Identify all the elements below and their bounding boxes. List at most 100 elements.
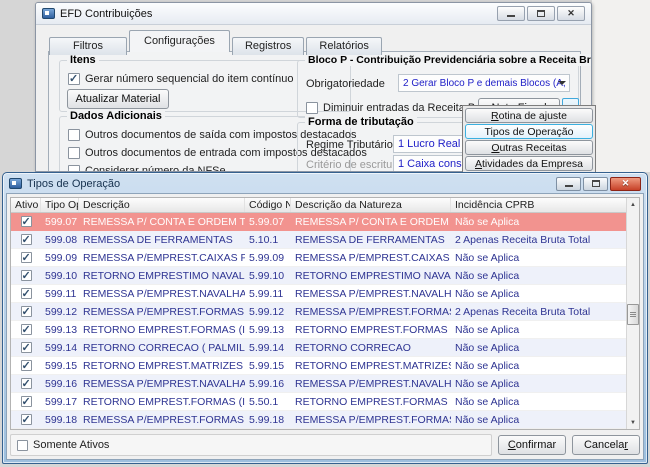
cell-tipo-op: 599.07 bbox=[45, 215, 78, 228]
row-active-checkbox[interactable] bbox=[20, 360, 32, 371]
row-ativo-cell bbox=[11, 360, 41, 371]
table-body: 599.07 REMESSA P/ CONTA E ORDEM TERCEIRO… bbox=[11, 213, 639, 429]
table-row[interactable]: 599.17 RETORNO EMPREST.FORMAS (ICMS) 5.5… bbox=[11, 393, 639, 411]
column-header-ativo[interactable]: Ativo bbox=[11, 198, 41, 212]
table-row[interactable]: 599.11 REMESSA P/EMPREST.NAVALHAS (IN 45… bbox=[11, 285, 639, 303]
row-active-checkbox[interactable] bbox=[20, 270, 32, 281]
close-button[interactable]: ✕ bbox=[557, 6, 585, 21]
checkbox-box[interactable] bbox=[68, 129, 80, 141]
column-header-desc[interactable]: Descrição bbox=[79, 198, 245, 212]
cell-incidencia-cprb: Não se Aplica bbox=[455, 323, 520, 336]
cell-descricao-natureza: REMESSA P/EMPREST.FORMAS bbox=[295, 413, 451, 426]
row-active-checkbox[interactable] bbox=[20, 378, 32, 389]
efd-titlebar[interactable]: EFD Contribuições ✕ bbox=[36, 3, 591, 25]
column-header-tipo[interactable]: Tipo Op. bbox=[41, 198, 79, 212]
cell-codigo-nat: 5.10.1 bbox=[249, 233, 279, 246]
somente-ativos-label: Somente Ativos bbox=[33, 439, 110, 451]
cell-descricao: RETORNO CORRECAO ( PALMILHA ) bbox=[83, 341, 245, 354]
row-ativo-cell bbox=[11, 234, 41, 245]
table-row[interactable]: 599.10 RETORNO EMPRESTIMO NAVALHAS ( IN … bbox=[11, 267, 639, 285]
cell-codigo-nat: 5.99.09 bbox=[249, 251, 285, 264]
cell-incidencia-cprb: Não se Aplica bbox=[455, 413, 520, 426]
row-active-checkbox[interactable] bbox=[20, 414, 32, 425]
table-header[interactable]: AtivoTipo Op.DescriçãoCódigo Nat.Descriç… bbox=[11, 198, 639, 213]
maximize-button[interactable] bbox=[527, 6, 555, 21]
dialog-close-button[interactable]: ✕ bbox=[610, 176, 641, 191]
row-active-checkbox[interactable] bbox=[20, 396, 32, 407]
column-header-cod[interactable]: Código Nat. bbox=[245, 198, 291, 212]
dialog-maximize-button[interactable] bbox=[583, 176, 608, 191]
cell-descricao: REMESSA DE FERRAMENTAS bbox=[83, 233, 233, 246]
dialog-client-area: AtivoTipo Op.DescriçãoCódigo Nat.Descriç… bbox=[6, 193, 644, 460]
tipos-operacao-table: AtivoTipo Op.DescriçãoCódigo Nat.Descriç… bbox=[10, 197, 640, 430]
dialog-minimize-button[interactable] bbox=[556, 176, 581, 191]
row-ativo-cell bbox=[11, 252, 41, 263]
menu-item-atividades-da-empresa[interactable]: Atividades da Empresa bbox=[465, 156, 593, 171]
cell-descricao-natureza: REMESSA P/EMPREST.CAIXAS PLASTICAS bbox=[295, 251, 451, 264]
column-header-inc[interactable]: Incidência CPRB bbox=[451, 198, 639, 212]
table-row[interactable]: 599.13 RETORNO EMPREST.FORMAS (IN 45/98)… bbox=[11, 321, 639, 339]
row-active-checkbox[interactable] bbox=[20, 216, 32, 227]
menu-item-outras-receitas[interactable]: Outras Receitas bbox=[465, 140, 593, 155]
cell-descricao-natureza: REMESSA P/EMPREST.NAVALHAS bbox=[295, 377, 451, 390]
cell-incidencia-cprb: Não se Aplica bbox=[455, 269, 520, 282]
cell-descricao: REMESSA P/EMPREST.FORMAS (IN 45/98) bbox=[83, 413, 245, 426]
row-active-checkbox[interactable] bbox=[20, 342, 32, 353]
menu-item-tipos-de-operacao[interactable]: Tipos de Operação bbox=[465, 124, 593, 139]
cell-descricao-natureza: REMESSA P/ CONTA E ORDEM TERCEIROS bbox=[295, 215, 451, 228]
dialog-titlebar[interactable]: Tipos de Operação ✕ bbox=[6, 176, 644, 193]
cell-tipo-op: 599.09 bbox=[45, 251, 78, 264]
considerar-nfse-checkbox[interactable]: Considerar número da NFSe bbox=[68, 165, 226, 171]
cell-descricao-natureza: REMESSA DE FERRAMENTAS bbox=[295, 233, 445, 246]
cell-descricao-natureza: RETORNO EMPREST.FORMAS bbox=[295, 395, 448, 408]
cell-codigo-nat: 5.99.11 bbox=[249, 287, 284, 300]
cell-tipo-op: 599.18 bbox=[45, 413, 78, 426]
row-ativo-cell bbox=[11, 378, 41, 389]
cell-codigo-nat: 5.99.13 bbox=[249, 323, 285, 336]
row-ativo-cell bbox=[11, 216, 41, 227]
tab-relatorios[interactable]: Relatórios bbox=[306, 37, 382, 55]
close-icon: ✕ bbox=[567, 8, 575, 18]
scroll-up-icon[interactable]: ▲ bbox=[627, 198, 639, 211]
table-row[interactable]: 599.15 RETORNO EMPREST.MATRIZES (IN 45/9… bbox=[11, 357, 639, 375]
cell-incidencia-cprb: 2 Apenas Receita Bruta Total bbox=[455, 305, 591, 318]
minimize-icon bbox=[507, 15, 515, 17]
scroll-down-icon[interactable]: ▼ bbox=[627, 416, 639, 429]
confirmar-button[interactable]: Confirmar bbox=[498, 435, 566, 455]
cell-tipo-op: 599.13 bbox=[45, 323, 78, 336]
atualizar-material-button[interactable]: Atualizar Material bbox=[67, 89, 169, 109]
menu-item-rotina-de-ajuste[interactable]: Rotina de ajuste bbox=[465, 108, 593, 123]
somente-ativos-checkbox[interactable] bbox=[17, 439, 28, 451]
minimize-button[interactable] bbox=[497, 6, 525, 21]
row-active-checkbox[interactable] bbox=[20, 252, 32, 263]
cell-tipo-op: 599.15 bbox=[45, 359, 78, 372]
tab-filtros[interactable]: Filtros bbox=[49, 37, 127, 55]
cell-codigo-nat: 5.99.14 bbox=[249, 341, 285, 354]
row-active-checkbox[interactable] bbox=[20, 306, 32, 317]
checkbox-box[interactable] bbox=[68, 147, 80, 159]
tab-registros[interactable]: Registros bbox=[231, 37, 305, 55]
table-row[interactable]: 599.18 REMESSA P/EMPREST.FORMAS (IN 45/9… bbox=[11, 411, 639, 429]
table-row[interactable]: 599.08 REMESSA DE FERRAMENTAS 5.10.1 REM… bbox=[11, 231, 639, 249]
cell-descricao: REMESSA P/EMPREST.CAIXAS PLASTICAS bbox=[83, 251, 245, 264]
table-row[interactable]: 599.07 REMESSA P/ CONTA E ORDEM TERCEIRO… bbox=[11, 213, 639, 231]
checkbox-box[interactable] bbox=[306, 102, 318, 114]
row-active-checkbox[interactable] bbox=[20, 288, 32, 299]
obrigatoriedade-dropdown[interactable]: 2 Gerar Bloco P e demais Blocos (A, C, D… bbox=[398, 74, 570, 92]
checkbox-box[interactable] bbox=[68, 72, 80, 85]
table-row[interactable]: 599.12 REMESSA P/EMPREST.FORMAS (ICMS) 5… bbox=[11, 303, 639, 321]
table-row[interactable]: 599.09 REMESSA P/EMPREST.CAIXAS PLASTICA… bbox=[11, 249, 639, 267]
table-row[interactable]: 599.14 RETORNO CORRECAO ( PALMILHA ) 5.9… bbox=[11, 339, 639, 357]
scrollbar-thumb[interactable] bbox=[627, 304, 639, 325]
column-header-nat[interactable]: Descrição da Natureza bbox=[291, 198, 451, 212]
row-active-checkbox[interactable] bbox=[20, 324, 32, 335]
checkbox-box[interactable] bbox=[68, 165, 80, 171]
cell-codigo-nat: 5.99.12 bbox=[249, 305, 285, 318]
gerar-numero-sequencial-checkbox[interactable]: Gerar número sequencial do item contínuo bbox=[68, 72, 294, 85]
vertical-scrollbar[interactable]: ▲ ▼ bbox=[626, 198, 639, 429]
table-row[interactable]: 599.16 REMESSA P/EMPREST.NAVALHAS (ICMS)… bbox=[11, 375, 639, 393]
tab-configuracoes[interactable]: Configurações bbox=[129, 30, 230, 52]
cancelar-button[interactable]: Cancela r bbox=[572, 435, 640, 455]
cell-tipo-op: 599.17 bbox=[45, 395, 78, 408]
row-active-checkbox[interactable] bbox=[20, 234, 32, 245]
